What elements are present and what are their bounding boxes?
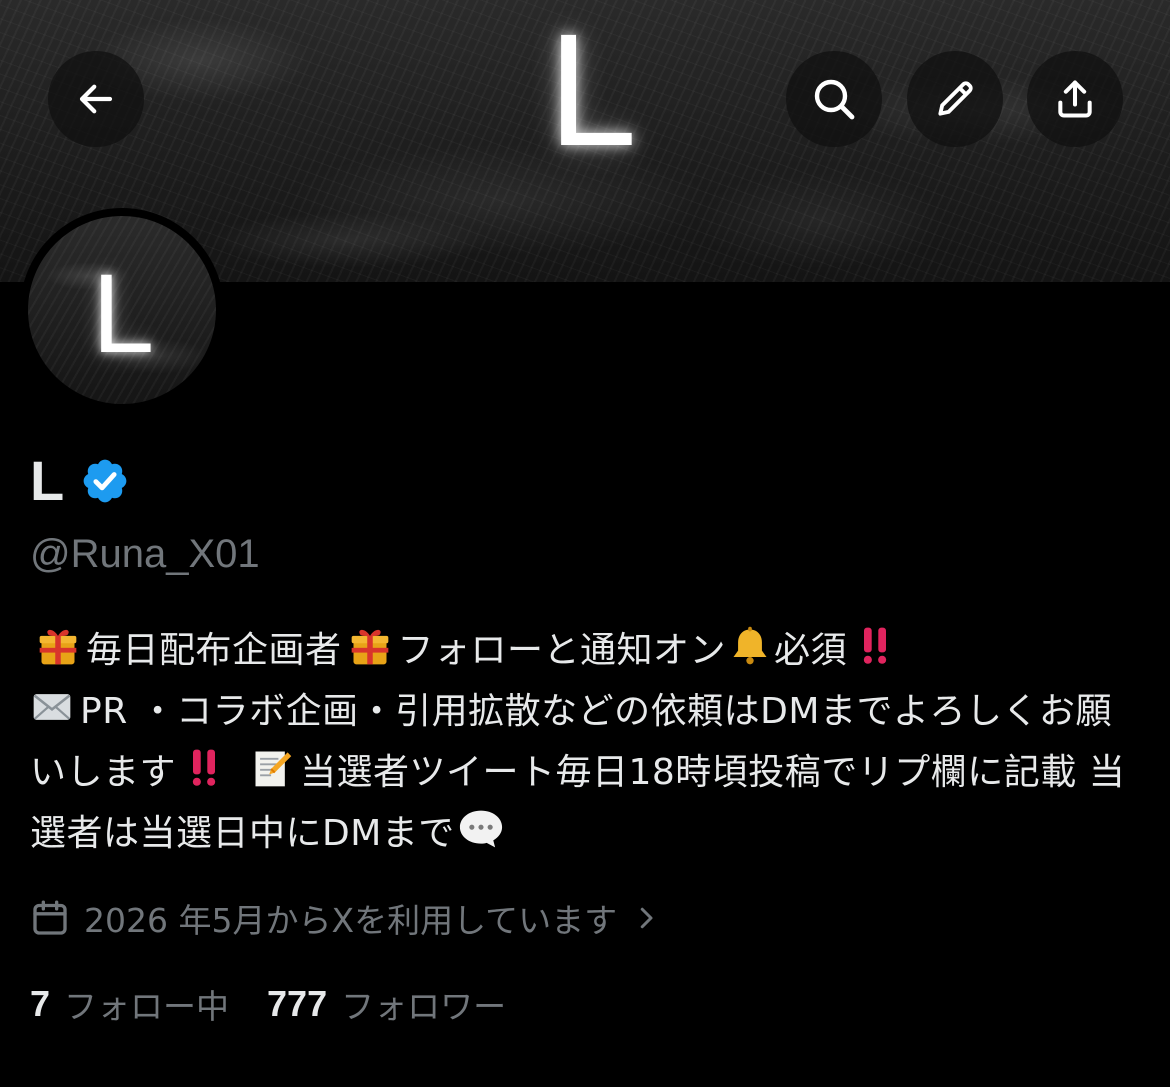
avatar-letter: L bbox=[92, 251, 155, 376]
double-exclamation-emoji bbox=[853, 624, 897, 668]
follow-stats: 7 フォロー中 777 フォロワー bbox=[30, 980, 544, 1028]
chevron-right-icon bbox=[640, 907, 653, 929]
double-exclamation-emoji bbox=[182, 746, 226, 790]
followers-link[interactable]: 777 フォロワー bbox=[267, 980, 506, 1028]
share-icon bbox=[1058, 80, 1092, 118]
display-name: L bbox=[30, 449, 65, 512]
bell-emoji bbox=[728, 624, 772, 668]
joined-text: 2026 年5月からXを利用しています bbox=[84, 901, 618, 940]
gift-emoji bbox=[348, 624, 392, 668]
banner-letter: L bbox=[548, 0, 637, 179]
bio-text: 必須 bbox=[774, 630, 848, 671]
gift-emoji bbox=[36, 624, 80, 668]
avatar[interactable]: L bbox=[20, 208, 224, 412]
followers-count: 777 bbox=[267, 983, 328, 1024]
following-count: 7 bbox=[30, 983, 51, 1024]
speech-balloon-emoji bbox=[457, 807, 502, 851]
search-icon bbox=[814, 79, 855, 120]
search-button[interactable] bbox=[786, 51, 882, 147]
memo-emoji bbox=[250, 746, 294, 790]
followers-label: フォロワー bbox=[341, 987, 507, 1026]
calendar-icon bbox=[33, 900, 67, 935]
following-link[interactable]: 7 フォロー中 bbox=[30, 980, 229, 1028]
bio-text: フォローと通知オン bbox=[397, 630, 727, 671]
back-button[interactable] bbox=[48, 51, 144, 147]
name-row: L bbox=[30, 450, 130, 512]
verified-badge-icon[interactable] bbox=[80, 456, 130, 506]
envelope-emoji bbox=[30, 685, 74, 729]
share-button[interactable] bbox=[1027, 51, 1123, 147]
bio-text: 毎日配布企画者 bbox=[86, 630, 342, 671]
handle: @Runa_X01 bbox=[30, 532, 260, 576]
avatar-image: L bbox=[28, 216, 216, 404]
pencil-icon bbox=[938, 81, 973, 116]
profile-bio: 毎日配布企画者 フォローと通知オン 必須 PR ・コラボ企画・引用拡散などの依頼はDM… bbox=[30, 620, 1140, 864]
arrow-left-icon bbox=[79, 84, 113, 114]
following-label: フォロー中 bbox=[64, 987, 230, 1026]
edit-button[interactable] bbox=[907, 51, 1003, 147]
joined-date[interactable]: 2026 年5月からXを利用しています bbox=[30, 894, 661, 942]
